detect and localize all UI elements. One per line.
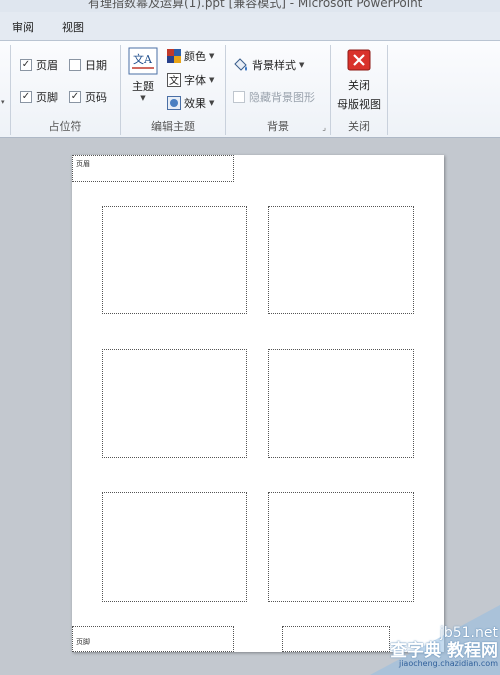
watermark: jb51.net 查字典 教程网 jiaocheng.chazidian.com (390, 625, 498, 669)
watermark-line3: jiaocheng.chazidian.com (398, 659, 498, 669)
hide-background-graphics-label: 隐藏背景图形 (249, 91, 315, 104)
slide-placeholder[interactable] (268, 492, 414, 602)
window-title: 有理指数幂及运算(1).ppt [兼容模式] - Microsoft Power… (88, 0, 423, 10)
fonts-button-label: 字体 (184, 74, 206, 87)
checkbox-empty-icon (233, 91, 245, 103)
close-master-view-button[interactable]: 关闭 母版视图 (333, 49, 385, 112)
edit-theme-group: 文A 主题 ▼ 颜色 ▼ 文 字体 ▼ 效果 ▼ 编辑主题 (121, 41, 225, 138)
close-button-line1: 关闭 (348, 79, 370, 92)
background-group: 背景样式 ▼ 隐藏背景图形 背景 ⌟ (226, 41, 330, 138)
slide-placeholder[interactable] (102, 349, 247, 458)
fonts-button[interactable]: 文 字体 ▼ (167, 72, 214, 88)
theme-button-label: 主题 (132, 80, 154, 93)
watermark-line2: 查字典 教程网 (390, 640, 498, 661)
chevron-down-icon: ▼ (209, 76, 215, 84)
footer-placeholder-label: 页脚 (76, 638, 90, 646)
tab-view[interactable]: 视图 (62, 19, 84, 35)
background-group-label: 背景 (267, 120, 289, 133)
footer-checkbox[interactable]: ✓ 页脚 (20, 89, 58, 105)
effects-button[interactable]: 效果 ▼ (167, 95, 214, 111)
check-icon: ✓ (20, 91, 32, 103)
close-button-line2: 母版视图 (337, 98, 381, 111)
hide-background-graphics-checkbox[interactable]: 隐藏背景图形 (233, 89, 315, 105)
page-number-checkbox-label: 页码 (85, 91, 107, 104)
page-number-checkbox[interactable]: ✓ 页码 (69, 89, 107, 105)
svg-text:文: 文 (169, 74, 179, 87)
slide-placeholder[interactable] (268, 349, 414, 458)
header-placeholder-label: 页眉 (76, 160, 90, 168)
background-styles-button[interactable]: 背景样式 ▼ (233, 57, 304, 73)
footer-checkbox-label: 页脚 (36, 91, 58, 104)
checkbox-empty-icon (69, 59, 81, 71)
slide-placeholder[interactable] (102, 206, 247, 314)
font-icon: 文 (167, 73, 181, 87)
slide-placeholder[interactable] (268, 206, 414, 314)
ribbon: ▾ ✓ 页眉 日期 ✓ 页脚 ✓ 页码 占位符 文A 主题 ▼ 颜色 ▼ 文 字… (0, 41, 500, 138)
close-group: 关闭 母版视图 关闭 (331, 41, 387, 138)
check-icon: ✓ (69, 91, 81, 103)
background-styles-label: 背景样式 (252, 59, 296, 72)
placeholders-group-label: 占位符 (48, 120, 82, 133)
header-checkbox-label: 页眉 (36, 59, 58, 72)
header-placeholder[interactable]: 页眉 (72, 155, 234, 182)
paint-bucket-icon (234, 58, 247, 71)
header-checkbox[interactable]: ✓ 页眉 (20, 57, 58, 73)
ribbon-tabs: 审阅 视图 (0, 12, 500, 41)
handout-page: 页眉 页脚 (72, 155, 444, 652)
group-separator (387, 45, 388, 135)
effects-icon (167, 96, 181, 110)
title-bar: 有理指数幂及运算(1).ppt [兼容模式] - Microsoft Power… (0, 0, 500, 12)
dialog-launcher-icon[interactable]: ⌟ (322, 123, 326, 132)
chevron-down-icon: ▼ (299, 61, 305, 69)
scroll-left-icon[interactable]: ▾ (1, 98, 5, 106)
colors-button[interactable]: 颜色 ▼ (167, 48, 214, 64)
colors-button-label: 颜色 (184, 50, 206, 63)
palette-icon (167, 49, 181, 63)
chevron-down-icon: ▼ (209, 99, 215, 107)
theme-button[interactable]: 文A 主题 ▼ (127, 47, 159, 102)
chevron-down-icon: ▼ (140, 94, 146, 102)
check-icon: ✓ (20, 59, 32, 71)
footer-placeholder[interactable]: 页脚 (72, 626, 234, 652)
date-checkbox[interactable]: 日期 (69, 57, 107, 73)
chevron-down-icon: ▼ (209, 52, 215, 60)
edit-theme-group-label: 编辑主题 (151, 120, 195, 133)
tab-review[interactable]: 审阅 (12, 19, 34, 35)
effects-button-label: 效果 (184, 97, 206, 110)
date-checkbox-label: 日期 (85, 59, 107, 72)
close-group-label: 关闭 (348, 120, 370, 133)
svg-text:文A: 文A (133, 52, 153, 66)
placeholders-group: ✓ 页眉 日期 ✓ 页脚 ✓ 页码 占位符 (10, 41, 120, 138)
close-icon (347, 49, 371, 71)
slide-placeholder[interactable] (102, 492, 247, 602)
watermark-line1: jb51.net (439, 625, 498, 642)
theme-icon: 文A (128, 47, 158, 75)
